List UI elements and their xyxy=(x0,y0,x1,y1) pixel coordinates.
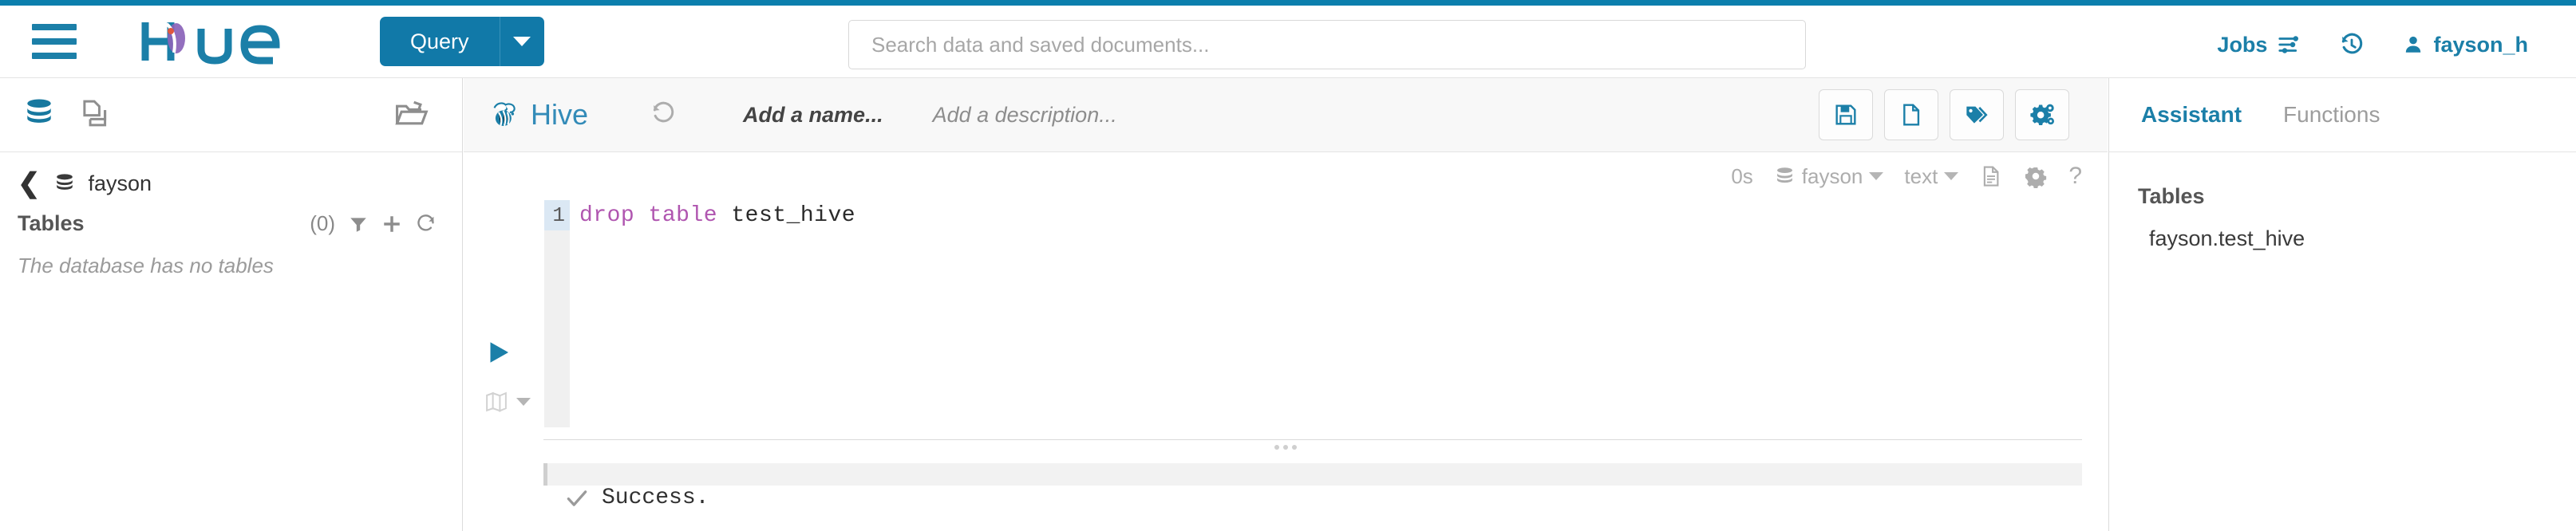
line-number: 1 xyxy=(552,203,565,227)
editor-column: Hive Add a name... Add a description... xyxy=(464,78,2108,531)
hue-logo[interactable] xyxy=(139,18,306,65)
tables-header: Tables (0) xyxy=(18,211,437,236)
query-map-button[interactable] xyxy=(483,390,531,414)
result-format-selector[interactable]: text xyxy=(1904,163,1959,189)
settings-button[interactable] xyxy=(2015,89,2069,140)
editor-gutter xyxy=(544,200,570,427)
search-input[interactable] xyxy=(848,20,1806,69)
floppy-save-icon xyxy=(1835,104,1856,125)
engine-name: Hive xyxy=(531,98,589,131)
save-button[interactable] xyxy=(1819,89,1873,140)
editor-header-buttons xyxy=(1819,89,2069,140)
open-folder-icon[interactable] xyxy=(393,96,429,135)
editor-subbar: 0s fayson text ? xyxy=(464,152,2108,200)
drag-grip-icon[interactable] xyxy=(1274,445,1297,450)
chevron-left-icon[interactable]: ❮ xyxy=(18,170,41,197)
run-query-button[interactable] xyxy=(484,337,513,372)
document-lines-icon xyxy=(1984,166,1999,187)
refresh-icon[interactable] xyxy=(415,213,437,234)
database-icon xyxy=(56,174,73,190)
left-sidebar: ❮ fayson Tables (0) The database has no … xyxy=(0,78,463,531)
database-icon[interactable] xyxy=(22,96,56,135)
right-assistant-panel: Assistant Functions Tables fayson.test_h… xyxy=(2108,78,2576,531)
assistant-tabs: Assistant Functions xyxy=(2109,78,2576,152)
sql-code-line[interactable]: drop table test_hive xyxy=(579,203,855,228)
caret-down-icon xyxy=(1944,172,1959,180)
empty-tables-message: The database has no tables xyxy=(18,254,274,277)
query-button[interactable]: Query xyxy=(380,17,500,66)
plus-icon[interactable] xyxy=(381,214,402,234)
editor-header: Hive Add a name... Add a description... xyxy=(464,78,2108,152)
sidebar-toolbar xyxy=(0,78,462,152)
assistant-section-title: Tables xyxy=(2138,184,2205,208)
history-undo-icon[interactable] xyxy=(650,100,676,130)
editor-area: 1 drop table test_hive Success. xyxy=(464,200,2108,510)
map-icon xyxy=(486,391,507,412)
hamburger-menu-icon[interactable] xyxy=(32,24,77,59)
sliders-icon xyxy=(2278,36,2299,53)
engine-title[interactable]: Hive xyxy=(486,96,588,133)
history-button[interactable] xyxy=(2339,32,2365,57)
editor-settings-button[interactable] xyxy=(2024,164,2048,188)
caret-down-icon xyxy=(516,398,531,406)
history-clock-icon xyxy=(2342,33,2363,54)
sql-keyword: drop xyxy=(579,203,635,228)
database-name: fayson xyxy=(1801,163,1863,188)
database-icon xyxy=(1776,167,1792,183)
elapsed-time: 0s xyxy=(1731,163,1753,188)
tables-count: (0) xyxy=(310,211,335,235)
file-page-icon xyxy=(1903,104,1920,126)
gears-icon xyxy=(2030,104,2055,126)
tags-icon xyxy=(1966,106,1988,124)
jobs-button[interactable]: Jobs xyxy=(2217,33,2301,57)
editor-results-divider xyxy=(543,439,2082,440)
navbar-right-actions: Jobs fayson_h xyxy=(2179,6,2528,84)
hive-bee-icon xyxy=(493,102,516,127)
breadcrumb-db-name[interactable]: fayson xyxy=(89,171,152,196)
breadcrumb: ❮ fayson xyxy=(0,152,462,197)
user-name: fayson_h xyxy=(2433,32,2528,57)
top-navbar: Query Jobs xyxy=(0,0,2576,78)
documents-icon[interactable] xyxy=(78,96,112,135)
tab-assistant[interactable]: Assistant xyxy=(2141,102,2242,128)
sql-space xyxy=(634,203,648,228)
result-format-value: text xyxy=(1904,163,1938,188)
play-triangle-icon xyxy=(490,342,508,363)
tables-label: Tables xyxy=(18,211,85,235)
caret-down-icon xyxy=(1869,172,1884,180)
jobs-label: Jobs xyxy=(2217,32,2268,57)
help-button[interactable]: ? xyxy=(2068,163,2082,190)
check-mark-icon xyxy=(567,490,587,506)
query-description-input[interactable]: Add a description... xyxy=(933,103,1117,128)
filter-icon[interactable] xyxy=(348,214,369,234)
run-rail xyxy=(478,200,542,439)
result-panel: Success. xyxy=(543,463,2082,510)
query-button-group[interactable]: Query xyxy=(380,17,544,66)
query-name-input[interactable]: Add a name... xyxy=(743,103,883,128)
tab-functions[interactable]: Functions xyxy=(2283,102,2380,128)
result-message: Success. xyxy=(602,486,709,510)
user-icon xyxy=(2406,36,2421,53)
sql-identifier: test_hive xyxy=(731,203,856,228)
database-selector[interactable]: fayson xyxy=(1774,164,1884,189)
new-query-button[interactable] xyxy=(1884,89,1938,140)
caret-down-icon[interactable] xyxy=(499,17,544,66)
tags-button[interactable] xyxy=(1950,89,2004,140)
user-menu-button[interactable]: fayson_h xyxy=(2403,33,2528,57)
app-body: ❮ fayson Tables (0) The database has no … xyxy=(0,78,2576,531)
sql-space xyxy=(717,203,731,228)
sql-keyword: table xyxy=(648,203,718,228)
gear-icon xyxy=(2025,167,2047,188)
assistant-body: Tables fayson.test_hive xyxy=(2109,152,2576,251)
log-button[interactable] xyxy=(1979,163,2003,189)
list-item[interactable]: fayson.test_hive xyxy=(2149,226,2576,251)
